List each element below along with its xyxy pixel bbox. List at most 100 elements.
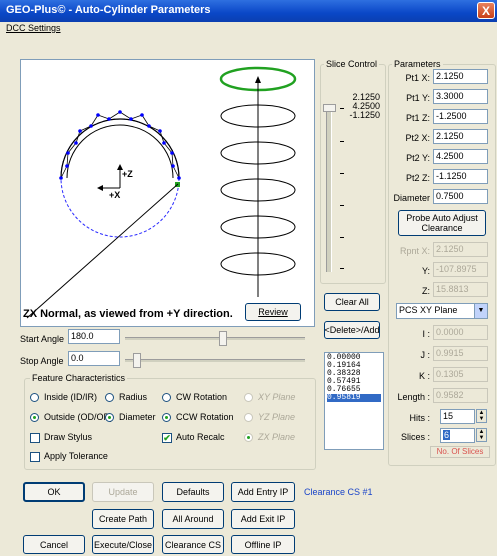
review-button[interactable]: Review xyxy=(245,303,301,321)
k-label: K : xyxy=(418,371,430,381)
length-label: Length : xyxy=(397,392,430,402)
axis-x-label: +X xyxy=(109,190,120,200)
ccw-rotation-label: CCW Rotation xyxy=(176,412,234,422)
radius-radio[interactable] xyxy=(105,393,114,402)
slice-slider-thumb[interactable] xyxy=(323,104,336,112)
apply-tolerance-label: Apply Tolerance xyxy=(44,451,108,461)
slices-label: Slices : xyxy=(400,432,430,442)
defaults-button[interactable]: Defaults xyxy=(162,482,224,502)
clearance-cs-button[interactable]: Clearance CS xyxy=(162,535,224,554)
add-exit-ip-button[interactable]: Add Exit IP xyxy=(231,509,295,529)
stop-angle-input[interactable]: 0.0 xyxy=(68,351,120,366)
j-label: J : xyxy=(420,350,430,360)
hits-label: Hits : xyxy=(409,413,430,423)
hits-spinner[interactable]: ▲ ▼ xyxy=(476,409,487,423)
slices-value: 6 xyxy=(443,430,451,440)
all-around-button[interactable]: All Around xyxy=(162,509,224,529)
view-caption: ZX Normal, as viewed from +Y direction. xyxy=(23,308,233,320)
create-path-button[interactable]: Create Path xyxy=(92,509,154,529)
clear-all-button[interactable]: Clear All xyxy=(324,293,380,311)
auto-recalc-checkbox[interactable]: ✔ xyxy=(162,433,172,443)
slice-tick xyxy=(340,141,344,142)
rpnt-y-label: Y: xyxy=(421,266,430,276)
clearance-cs-label: Clearance CS #1 xyxy=(304,487,373,497)
rpntx-label: Rpnt X: xyxy=(399,246,430,256)
pt1y-label: Pt1 Y: xyxy=(406,93,430,103)
pt1x-label: Pt1 X: xyxy=(405,73,430,83)
window-title: GEO-Plus© - Auto-Cylinder Parameters xyxy=(6,4,211,16)
add-entry-ip-button[interactable]: Add Entry IP xyxy=(231,482,295,502)
inside-radio[interactable] xyxy=(30,393,39,402)
diameter-label: Diameter xyxy=(119,412,156,422)
inside-label: Inside (ID/IR) xyxy=(44,392,98,402)
cylinder-diagram: +Z +X xyxy=(26,66,297,319)
slices-spinner[interactable]: ▲ ▼ xyxy=(476,428,487,442)
probe-auto-adjust-button[interactable]: Probe Auto Adjust Clearance xyxy=(398,210,486,236)
slices-input[interactable]: 6 xyxy=(440,428,475,443)
menu-bar: DCC Settings xyxy=(0,22,497,36)
offline-ip-button[interactable]: Offline IP xyxy=(231,535,295,554)
yz-plane-radio[interactable] xyxy=(244,413,253,422)
outside-radio[interactable] xyxy=(30,413,39,422)
close-button[interactable]: X xyxy=(477,2,495,19)
start-angle-input[interactable]: 180.0 xyxy=(68,329,120,344)
cancel-button[interactable]: Cancel xyxy=(23,535,85,554)
pt1z-input[interactable]: -1.2500 xyxy=(433,109,488,124)
slice-list[interactable]: 0.00000 0.19164 0.38328 0.57491 0.76655 … xyxy=(324,352,384,450)
slice-tick xyxy=(340,205,344,206)
graphic-view[interactable]: +Z +X ZX Normal, as viewed from +Y direc… xyxy=(20,59,315,327)
xy-plane-label: XY Plane xyxy=(258,392,296,402)
auto-recalc-label: Auto Recalc xyxy=(176,432,225,442)
pt2z-input[interactable]: -1.1250 xyxy=(433,169,488,184)
parameters-title: Parameters xyxy=(392,59,443,69)
cw-rotation-radio[interactable] xyxy=(162,393,171,402)
apply-tolerance-checkbox[interactable] xyxy=(30,452,40,462)
k-input: 0.1305 xyxy=(433,367,488,382)
slice-control-title: Slice Control xyxy=(324,59,380,69)
title-bar: GEO-Plus© - Auto-Cylinder Parameters X xyxy=(0,0,497,22)
slice-tick xyxy=(340,237,344,238)
cw-rotation-label: CW Rotation xyxy=(176,392,228,402)
ok-button[interactable]: OK xyxy=(23,482,85,502)
i-label: I : xyxy=(422,329,430,339)
delete-add-button[interactable]: <Delete>/Add xyxy=(324,321,380,339)
slice-value-3: -1.1250 xyxy=(349,110,380,120)
yz-plane-label: YZ Plane xyxy=(258,412,296,422)
pt2x-input[interactable]: 2.1250 xyxy=(433,129,488,144)
axis-z-label: +Z xyxy=(122,169,133,179)
xy-plane-radio[interactable] xyxy=(244,393,253,402)
feature-characteristics-title: Feature Characteristics xyxy=(30,373,128,383)
slice-slider-track[interactable] xyxy=(326,108,332,272)
j-input: 0.9915 xyxy=(433,346,488,361)
pt1y-input[interactable]: 3.3000 xyxy=(433,89,488,104)
pt2x-label: Pt2 X: xyxy=(405,133,430,143)
update-button[interactable]: Update xyxy=(92,482,154,502)
zx-plane-radio[interactable] xyxy=(244,433,253,442)
auto-cylinder-window: GEO-Plus© - Auto-Cylinder Parameters X D… xyxy=(0,0,497,556)
chevron-down-icon[interactable]: ▼ xyxy=(474,304,487,318)
pt1z-label: Pt1 Z: xyxy=(405,113,430,123)
length-input: 0.9582 xyxy=(433,388,488,403)
slice-list-item-selected[interactable]: 0.95819 xyxy=(327,394,381,402)
pt2z-label: Pt2 Z: xyxy=(405,173,430,183)
ccw-rotation-radio[interactable] xyxy=(162,413,171,422)
start-angle-slider[interactable] xyxy=(125,331,305,346)
pt1x-input[interactable]: 2.1250 xyxy=(433,69,488,84)
hits-input[interactable]: 15 xyxy=(440,409,475,424)
diameter-radio[interactable] xyxy=(105,413,114,422)
diameter-input[interactable]: 0.7500 xyxy=(433,189,488,204)
outside-label: Outside (OD/OR) xyxy=(44,412,114,422)
radius-label: Radius xyxy=(119,392,148,402)
start-angle-label: Start Angle xyxy=(20,334,65,344)
rpnt-z-label: Z: xyxy=(422,286,430,296)
execute-close-button[interactable]: Execute/Close xyxy=(92,535,154,554)
pt2y-input[interactable]: 4.2500 xyxy=(433,149,488,164)
slice-tick xyxy=(340,268,344,269)
plane-select-value: PCS XY Plane xyxy=(399,305,458,315)
diameter-param-label: Diameter xyxy=(393,193,430,203)
draw-stylus-checkbox[interactable] xyxy=(30,433,40,443)
menu-dcc-settings[interactable]: DCC Settings xyxy=(6,23,61,33)
stop-angle-label: Stop Angle xyxy=(20,356,64,366)
stop-angle-slider[interactable] xyxy=(125,353,305,368)
draw-stylus-label: Draw Stylus xyxy=(44,432,93,442)
